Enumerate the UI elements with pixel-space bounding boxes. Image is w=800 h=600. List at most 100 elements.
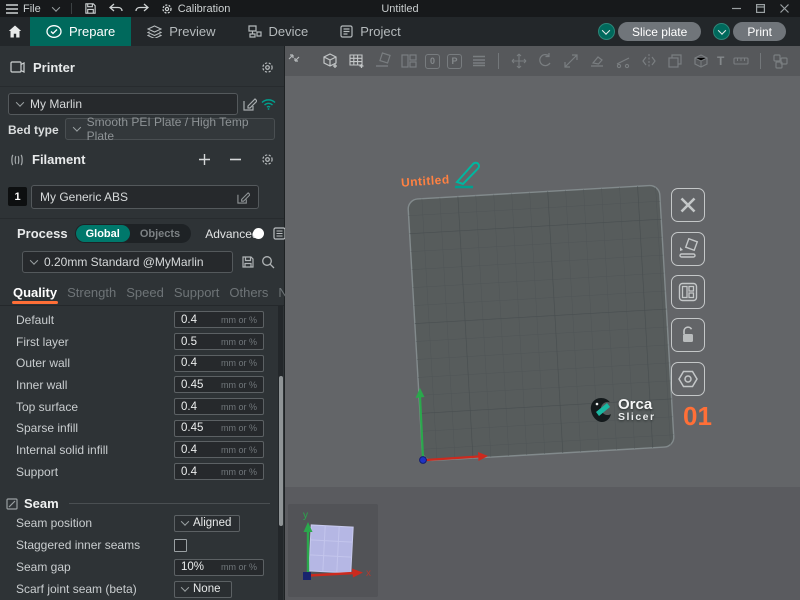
viewport-3d[interactable]: 0 P	[285, 46, 800, 600]
remove-filament-button[interactable]	[230, 158, 241, 161]
setting-input[interactable]: 0.4mm or %	[174, 398, 264, 415]
parameter-table-button[interactable]	[273, 227, 286, 240]
save-preset-icon	[241, 255, 255, 269]
title-bar: File Calibration Untitled	[0, 0, 800, 17]
process-header-label: Process	[17, 226, 68, 241]
lock-plate-button[interactable]	[671, 318, 705, 352]
setting-input[interactable]: 0.4mm or %	[174, 463, 264, 480]
process-section-header: Process Global Objects Advanced	[0, 224, 284, 243]
delete-all-button[interactable]	[671, 188, 705, 222]
setting-label: Default	[16, 313, 54, 327]
redo-icon	[135, 3, 149, 14]
slice-options-dropdown[interactable]	[598, 23, 615, 40]
setting-input[interactable]: 0.45mm or %	[174, 420, 264, 437]
tab-quality[interactable]: Quality	[8, 285, 62, 304]
undo-button[interactable]	[103, 0, 129, 17]
setting-input[interactable]: 0.4mm or %	[174, 355, 264, 372]
save-button[interactable]	[78, 0, 103, 17]
tab-support[interactable]: Support	[169, 285, 225, 304]
setting-row: Inner wall 0.45mm or %	[0, 374, 264, 396]
filament-section-header: Filament	[0, 152, 284, 167]
settings-scrollbar[interactable]	[278, 306, 283, 600]
chevron-down-icon	[73, 123, 81, 131]
home-button[interactable]	[0, 17, 30, 46]
tab-strength[interactable]: Strength	[62, 285, 121, 304]
tab-project[interactable]: Project	[324, 17, 416, 46]
file-menu-label: File	[23, 3, 41, 15]
setting-input[interactable]: 0.45mm or %	[174, 376, 264, 393]
calibration-button[interactable]: Calibration	[155, 0, 237, 17]
scrollbar-thumb[interactable]	[279, 376, 283, 526]
tab-device[interactable]: Device	[232, 17, 325, 46]
bed-type-value: Smooth PEI Plate / High Temp Plate	[87, 115, 266, 143]
tab-others[interactable]: Others	[224, 285, 273, 304]
setting-label: Inner wall	[16, 378, 67, 392]
file-menu[interactable]: File	[0, 0, 47, 17]
setting-row: Seam position Aligned	[0, 512, 264, 534]
rename-plate-pencil-icon[interactable]	[451, 156, 483, 190]
print-button[interactable]: Print	[733, 22, 786, 41]
file-menu-dropdown[interactable]	[47, 0, 65, 17]
setting-row: Scarf joint seam (beta) None	[0, 578, 264, 600]
filament-preset-field[interactable]: My Generic ABS	[31, 185, 259, 209]
setting-input[interactable]: 0.4mm or %	[174, 441, 264, 458]
search-icon	[261, 255, 275, 269]
staggered-inner-seams-checkbox[interactable]	[174, 539, 187, 552]
save-preset-button[interactable]	[241, 255, 255, 269]
printer-connection-icon[interactable]	[261, 98, 276, 110]
setting-input[interactable]: 0.4mm or %	[174, 311, 264, 328]
edit-printer-button[interactable]	[243, 97, 257, 111]
setting-label: Seam gap	[16, 560, 71, 574]
minimize-icon	[732, 4, 741, 13]
maximize-button[interactable]	[750, 1, 770, 16]
orca-slicer-logo: Orca Slicer	[588, 396, 656, 424]
parameter-tabs: Quality Strength Speed Support Others No…	[8, 282, 278, 304]
scope-objects-option[interactable]: Objects	[130, 225, 190, 242]
plus-icon	[199, 154, 210, 165]
filament-settings-button[interactable]	[261, 153, 274, 166]
hamburger-icon	[6, 4, 18, 14]
add-filament-button[interactable]	[199, 154, 210, 165]
tab-preview[interactable]: Preview	[131, 17, 231, 46]
close-button[interactable]	[774, 1, 794, 16]
minus-icon	[230, 158, 241, 161]
process-scope-toggle[interactable]: Global Objects	[75, 224, 192, 243]
scarf-joint-seam-dropdown[interactable]: None	[174, 581, 232, 598]
setting-row: Outer wall 0.4mm or %	[0, 352, 264, 374]
seam-icon	[6, 498, 18, 510]
redo-button[interactable]	[129, 0, 155, 17]
bed-type-dropdown[interactable]: Smooth PEI Plate / High Temp Plate	[65, 118, 275, 140]
search-settings-button[interactable]	[261, 255, 275, 269]
undo-icon	[109, 3, 123, 14]
print-label: Print	[747, 25, 772, 39]
tab-prepare[interactable]: Prepare	[30, 17, 131, 46]
printer-icon	[10, 61, 25, 74]
tab-speed[interactable]: Speed	[121, 285, 169, 304]
chevron-down-icon	[30, 256, 38, 264]
logo-text-bottom: Slicer	[618, 412, 656, 423]
filament-slot-badge[interactable]: 1	[8, 187, 27, 206]
chevron-down-icon	[181, 517, 189, 525]
process-preset-dropdown[interactable]: 0.20mm Standard @MyMarlin	[22, 251, 233, 273]
setting-label: Scarf joint seam (beta)	[16, 582, 137, 596]
plate-settings-button[interactable]	[671, 362, 705, 396]
setting-value: 0.5	[181, 336, 197, 348]
slice-plate-button[interactable]: Slice plate	[618, 22, 701, 41]
arrange-all-button[interactable]	[671, 275, 705, 309]
chevron-down-icon	[51, 3, 59, 11]
setting-input[interactable]: 0.5mm or %	[174, 333, 264, 350]
edit-filament-button[interactable]	[237, 191, 250, 204]
setting-unit: mm or %	[221, 423, 257, 433]
auto-orient-all-button[interactable]	[671, 232, 705, 266]
printer-preset-dropdown[interactable]: My Marlin	[8, 93, 238, 115]
seam-position-dropdown[interactable]: Aligned	[174, 515, 240, 532]
setting-label: Top surface	[16, 400, 78, 414]
minimize-button[interactable]	[726, 1, 746, 16]
plate-thumbnail[interactable]: y x	[288, 504, 378, 597]
printer-settings-button[interactable]	[261, 61, 274, 74]
scope-global-option[interactable]: Global	[76, 225, 130, 242]
setting-label: Seam position	[16, 516, 92, 530]
print-options-dropdown[interactable]	[713, 23, 730, 40]
seam-gap-input[interactable]: 10%mm or %	[174, 559, 264, 576]
setting-unit: mm or %	[221, 380, 257, 390]
